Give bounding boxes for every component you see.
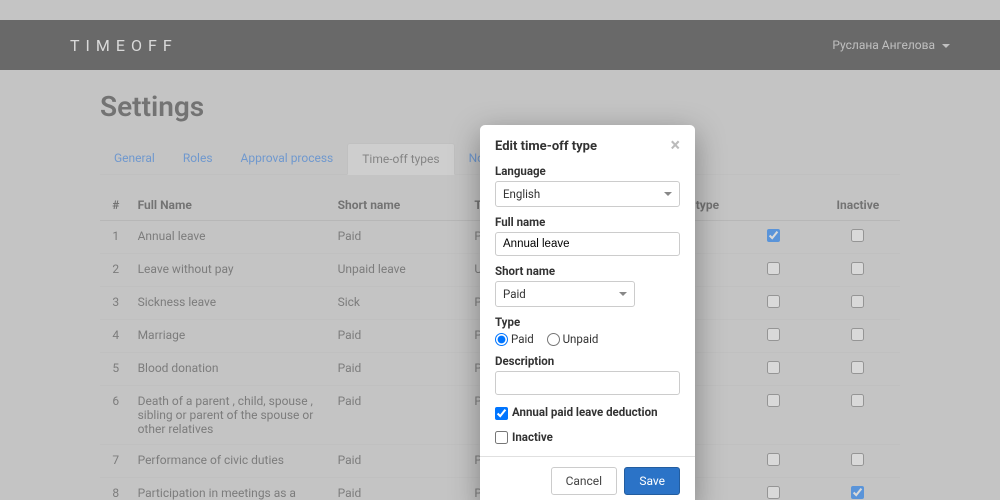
radio-unpaid[interactable]: Unpaid — [547, 332, 599, 346]
label-description: Description — [495, 354, 680, 368]
chevron-down-icon — [664, 192, 672, 196]
edit-timeoff-modal: Edit time-off type × Language English Fu… — [480, 125, 695, 500]
fullname-input[interactable] — [495, 232, 680, 256]
shortname-select[interactable]: Paid — [495, 281, 635, 307]
label-fullname: Full name — [495, 215, 680, 229]
label-type: Type — [495, 315, 680, 329]
close-icon[interactable]: × — [670, 137, 680, 155]
language-select[interactable]: English — [495, 181, 680, 207]
checkbox-deduction[interactable]: Annual paid leave deduction — [495, 405, 658, 419]
description-input[interactable] — [495, 371, 680, 395]
label-language: Language — [495, 164, 680, 178]
modal-title: Edit time-off type — [495, 139, 597, 154]
checkbox-inactive[interactable]: Inactive — [495, 430, 553, 444]
save-button[interactable]: Save — [624, 467, 680, 495]
chevron-down-icon — [619, 292, 627, 296]
cancel-button[interactable]: Cancel — [551, 467, 618, 495]
label-shortname: Short name — [495, 264, 680, 278]
radio-paid[interactable]: Paid — [495, 332, 534, 346]
